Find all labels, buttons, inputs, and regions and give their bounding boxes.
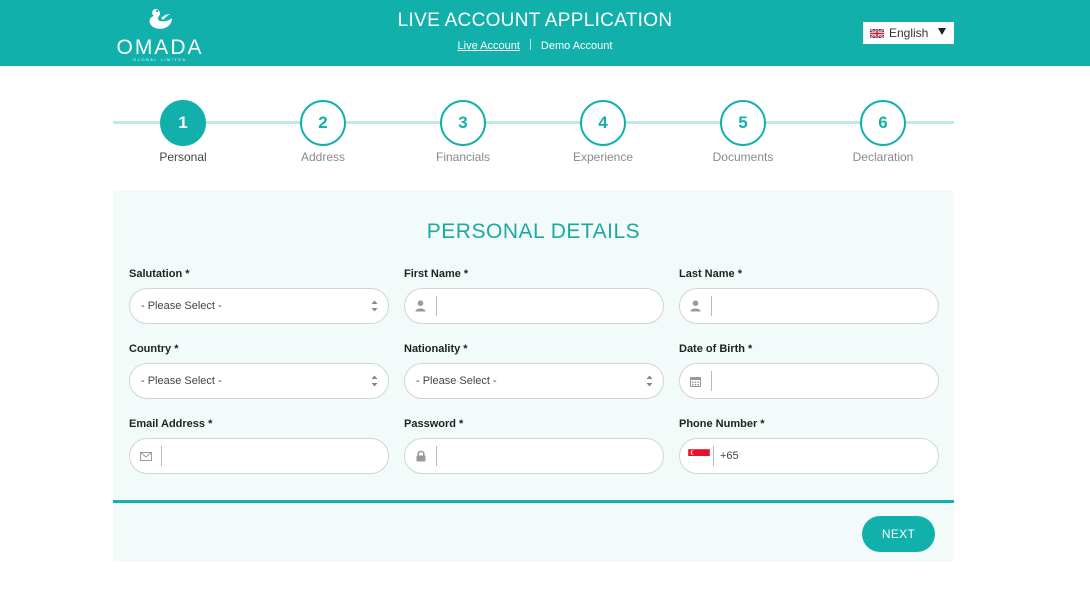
step-declaration[interactable]: 6 Declaration xyxy=(838,100,928,164)
lock-icon xyxy=(405,446,437,466)
step-label: Declaration xyxy=(852,150,914,164)
personal-details-panel: PERSONAL DETAILS Salutation * - Please S… xyxy=(113,190,954,562)
salutation-value: - Please Select - xyxy=(141,300,222,312)
link-separator xyxy=(529,39,531,50)
country-value: - Please Select - xyxy=(141,375,222,387)
section-title: PERSONAL DETAILS xyxy=(426,220,641,243)
select-arrows-icon xyxy=(371,300,378,312)
email-input[interactable] xyxy=(162,439,388,473)
password-input[interactable] xyxy=(437,439,663,473)
first-name-box xyxy=(404,288,664,324)
country-code-select[interactable] xyxy=(680,446,714,466)
step-label: Address xyxy=(300,150,346,164)
step-number: 1 xyxy=(160,100,206,146)
omada-logo[interactable]: OMADA GLOBAL LIMITED xyxy=(112,6,208,62)
live-account-link[interactable]: Live Account xyxy=(458,40,520,52)
salutation-select[interactable]: - Please Select - xyxy=(129,288,389,324)
brand-tagline: GLOBAL LIMITED xyxy=(133,57,187,62)
dob-field: Date of Birth * xyxy=(679,343,939,399)
dob-box xyxy=(679,363,939,399)
email-box xyxy=(129,438,389,474)
phone-label: Phone Number * xyxy=(679,418,765,430)
swan-logo-icon xyxy=(149,9,172,29)
demo-account-link[interactable]: Demo Account xyxy=(541,40,613,52)
country-field: Country * - Please Select - xyxy=(129,343,389,399)
uk-flag-icon xyxy=(870,28,884,38)
progress-stepper: 1 Personal 2 Address 3 Financials 4 Expe… xyxy=(113,100,954,170)
select-arrows-icon xyxy=(371,375,378,387)
page-title: LIVE ACCOUNT APPLICATION xyxy=(397,10,673,31)
last-name-label: Last Name * xyxy=(679,268,742,280)
select-arrows-icon xyxy=(646,375,653,387)
language-label: English xyxy=(889,26,929,40)
step-financials[interactable]: 3 Financials xyxy=(418,100,508,164)
user-icon xyxy=(680,296,712,316)
dob-label: Date of Birth * xyxy=(679,343,753,355)
last-name-input[interactable] xyxy=(712,289,938,323)
step-documents[interactable]: 5 Documents xyxy=(698,100,788,164)
caret-down-icon xyxy=(938,28,946,35)
step-number: 3 xyxy=(440,100,486,146)
user-icon xyxy=(405,296,437,316)
language-select[interactable]: English xyxy=(863,22,954,44)
top-header: OMADA GLOBAL LIMITED LIVE ACCOUNT APPLIC… xyxy=(0,0,1090,66)
step-number: 6 xyxy=(860,100,906,146)
step-number: 4 xyxy=(580,100,626,146)
step-personal[interactable]: 1 Personal xyxy=(138,100,228,164)
country-label: Country * xyxy=(129,343,179,355)
first-name-field: First Name * xyxy=(404,268,664,324)
nationality-label: Nationality * xyxy=(404,343,468,355)
first-name-input[interactable] xyxy=(437,289,663,323)
account-type-links: Live Account Demo Account xyxy=(345,39,725,52)
calendar-icon xyxy=(680,371,712,391)
phone-field: Phone Number * xyxy=(679,418,939,474)
next-button[interactable]: NEXT xyxy=(862,516,935,552)
step-label: Documents xyxy=(712,150,774,164)
nationality-value: - Please Select - xyxy=(416,375,497,387)
stepper-line xyxy=(113,121,954,124)
singapore-flag-icon xyxy=(688,449,710,463)
form-divider xyxy=(113,500,954,503)
salutation-label: Salutation * xyxy=(129,268,190,280)
last-name-field: Last Name * xyxy=(679,268,939,324)
phone-box xyxy=(679,438,939,474)
first-name-label: First Name * xyxy=(404,268,469,280)
step-address[interactable]: 2 Address xyxy=(278,100,368,164)
country-select[interactable]: - Please Select - xyxy=(129,363,389,399)
step-label: Experience xyxy=(572,150,634,164)
last-name-box xyxy=(679,288,939,324)
step-label: Financials xyxy=(435,150,491,164)
step-label: Personal xyxy=(159,150,207,164)
phone-input[interactable] xyxy=(714,439,938,473)
step-experience[interactable]: 4 Experience xyxy=(558,100,648,164)
envelope-icon xyxy=(130,446,162,466)
salutation-field: Salutation * - Please Select - xyxy=(129,268,389,324)
password-field: Password * xyxy=(404,418,664,474)
email-label: Email Address * xyxy=(129,418,213,430)
dob-input[interactable] xyxy=(712,364,938,398)
step-number: 2 xyxy=(300,100,346,146)
email-field: Email Address * xyxy=(129,418,389,474)
password-label: Password * xyxy=(404,418,464,430)
nationality-select[interactable]: - Please Select - xyxy=(404,363,664,399)
nationality-field: Nationality * - Please Select - xyxy=(404,343,664,399)
step-number: 5 xyxy=(720,100,766,146)
password-box xyxy=(404,438,664,474)
